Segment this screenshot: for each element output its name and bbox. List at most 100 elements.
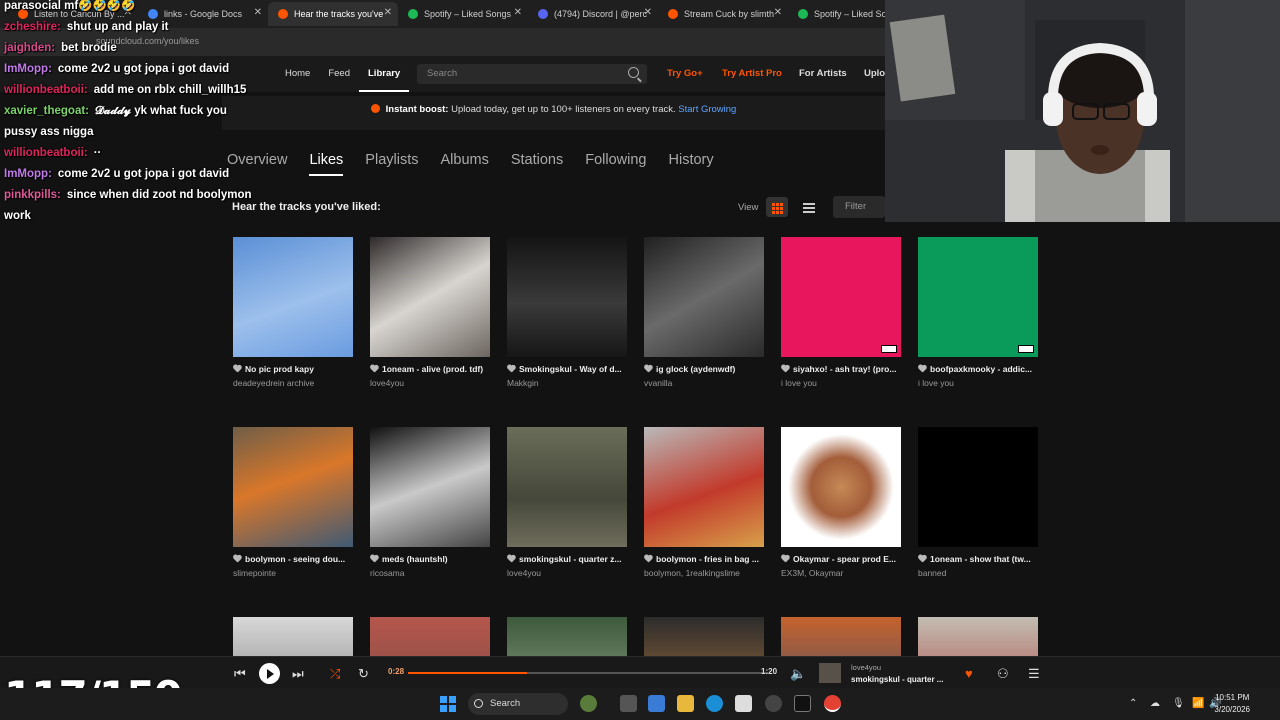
tab-likes[interactable]: Likes bbox=[309, 152, 344, 176]
tray-chevron-icon[interactable]: ⌃ bbox=[1129, 698, 1137, 709]
track-card[interactable]: meds (hauntshl) ricosama bbox=[370, 427, 490, 578]
track-artist[interactable]: vvanilla bbox=[644, 378, 764, 388]
taskbar-search[interactable]: Search bbox=[468, 693, 568, 715]
tab-following[interactable]: Following bbox=[585, 152, 646, 176]
wifi-icon[interactable]: 📶 bbox=[1192, 698, 1204, 709]
track-title[interactable]: siyahxo! - ash tray! (pro... bbox=[781, 364, 901, 374]
tab-playlists[interactable]: Playlists bbox=[365, 152, 418, 176]
progress-bar[interactable] bbox=[408, 672, 768, 674]
track-artist[interactable]: boolymon, 1realkingslime bbox=[644, 568, 764, 578]
heart-icon[interactable] bbox=[233, 365, 241, 372]
track-card[interactable]: 1oneam - show that (tw... banned bbox=[918, 427, 1038, 578]
search-input[interactable]: Search bbox=[417, 64, 647, 84]
repeat-icon[interactable]: ↻ bbox=[358, 666, 369, 682]
try-go-link[interactable]: Try Go+ bbox=[667, 56, 703, 92]
track-artwork[interactable] bbox=[644, 237, 764, 357]
heart-icon[interactable] bbox=[781, 365, 789, 372]
now-playing-artist[interactable]: love4you bbox=[851, 663, 881, 672]
heart-icon[interactable] bbox=[507, 365, 515, 372]
list-view-icon[interactable] bbox=[798, 197, 820, 217]
tab-close-icon[interactable]: ✕ bbox=[254, 7, 262, 18]
copilot-icon[interactable] bbox=[648, 695, 665, 712]
heart-icon[interactable] bbox=[370, 555, 378, 562]
track-artwork[interactable] bbox=[507, 427, 627, 547]
track-artist[interactable]: deadeyedrein archive bbox=[233, 378, 353, 388]
nav-library[interactable]: Library bbox=[359, 56, 410, 92]
track-artist[interactable]: slimepointe bbox=[233, 568, 353, 578]
like-icon[interactable]: ♥ bbox=[965, 666, 973, 681]
track-title[interactable]: boolymon - fries in bag ... bbox=[644, 554, 764, 564]
track-card[interactable]: siyahxo! - ash tray! (pro... i love you bbox=[781, 237, 901, 388]
track-artwork[interactable] bbox=[918, 427, 1038, 547]
now-playing-artwork[interactable] bbox=[819, 663, 841, 683]
track-card[interactable]: boolymon - seeing dou... slimepointe bbox=[233, 427, 353, 578]
previous-icon[interactable]: ⏮ bbox=[234, 666, 246, 682]
taskbar-clock[interactable]: 10:51 PM 3/20/2026 bbox=[1214, 692, 1250, 716]
track-artwork[interactable] bbox=[370, 237, 490, 357]
edge-icon[interactable] bbox=[706, 695, 723, 712]
tab-history[interactable]: History bbox=[669, 152, 714, 176]
store-icon[interactable] bbox=[735, 695, 752, 712]
widget-icon[interactable] bbox=[580, 695, 597, 712]
track-card[interactable]: No pic prod kapy deadeyedrein archive bbox=[233, 237, 353, 388]
microphone-icon[interactable]: 🎙 bbox=[1172, 698, 1185, 709]
track-artwork[interactable] bbox=[233, 237, 353, 357]
heart-icon[interactable] bbox=[781, 555, 789, 562]
heart-icon[interactable] bbox=[370, 365, 378, 372]
track-title[interactable]: Okaymar - spear prod E... bbox=[781, 554, 901, 564]
app-icon[interactable] bbox=[794, 695, 811, 712]
tab-close-icon[interactable]: ✕ bbox=[514, 7, 522, 18]
follow-icon[interactable]: ⚇ bbox=[997, 666, 1009, 682]
heart-icon[interactable] bbox=[644, 555, 652, 562]
track-title[interactable]: meds (hauntshl) bbox=[370, 554, 490, 564]
browser-tab[interactable]: (4794) Discord | @perc ✕ bbox=[528, 2, 658, 26]
heart-icon[interactable] bbox=[507, 555, 515, 562]
shuffle-icon[interactable]: ⤮ bbox=[330, 666, 340, 682]
track-title[interactable]: 1oneam - show that (tw... bbox=[918, 554, 1038, 564]
file-explorer-icon[interactable] bbox=[677, 695, 694, 712]
track-artist[interactable]: Makkgin bbox=[507, 378, 627, 388]
track-card[interactable]: boolymon - fries in bag ... boolymon, 1re… bbox=[644, 427, 764, 578]
search-icon[interactable] bbox=[628, 67, 639, 78]
track-title[interactable]: 1oneam - alive (prod. tdf) bbox=[370, 364, 490, 374]
chrome-icon[interactable] bbox=[824, 695, 841, 712]
play-button[interactable] bbox=[259, 663, 280, 684]
track-card[interactable]: Okaymar - spear prod E... EX3M, Okaymar bbox=[781, 427, 901, 578]
next-icon[interactable]: ⏭ bbox=[292, 666, 304, 682]
nav-home[interactable]: Home bbox=[276, 56, 319, 92]
track-card[interactable]: Smokingskul - Way of d... Makkgin bbox=[507, 237, 627, 388]
track-artwork[interactable] bbox=[233, 427, 353, 547]
track-artist[interactable]: i love you bbox=[781, 378, 901, 388]
tab-overview[interactable]: Overview bbox=[227, 152, 287, 176]
track-card[interactable]: ig glock (aydenwdf) vvanilla bbox=[644, 237, 764, 388]
track-artwork[interactable] bbox=[644, 427, 764, 547]
tab-close-icon[interactable]: ✕ bbox=[384, 7, 392, 18]
nav-feed[interactable]: Feed bbox=[319, 56, 359, 92]
try-artist-pro-link[interactable]: Try Artist Pro bbox=[722, 56, 782, 92]
windows-start-icon[interactable] bbox=[440, 696, 456, 712]
track-title[interactable]: Smokingskul - Way of d... bbox=[507, 364, 627, 374]
track-artist[interactable]: ricosama bbox=[370, 568, 490, 578]
onedrive-icon[interactable]: ☁ bbox=[1150, 698, 1160, 709]
heart-icon[interactable] bbox=[918, 365, 926, 372]
browser-tab[interactable]: Hear the tracks you've ✕ bbox=[268, 2, 398, 26]
track-card[interactable]: smokingskul - quarter z... love4you bbox=[507, 427, 627, 578]
track-artist[interactable]: love4you bbox=[370, 378, 490, 388]
tab-close-icon[interactable]: ✕ bbox=[774, 7, 782, 18]
track-artist[interactable]: love4you bbox=[507, 568, 627, 578]
track-artwork[interactable] bbox=[781, 237, 901, 357]
track-artwork[interactable] bbox=[918, 237, 1038, 357]
track-artist[interactable]: EX3M, Okaymar bbox=[781, 568, 901, 578]
tab-stations[interactable]: Stations bbox=[511, 152, 563, 176]
tab-albums[interactable]: Albums bbox=[440, 152, 488, 176]
track-artwork[interactable] bbox=[370, 427, 490, 547]
tab-close-icon[interactable]: ✕ bbox=[644, 7, 652, 18]
track-title[interactable]: ig glock (aydenwdf) bbox=[644, 364, 764, 374]
now-playing-title[interactable]: smokingskul - quarter ... bbox=[851, 675, 943, 684]
volume-icon[interactable]: 🔈 bbox=[790, 666, 806, 682]
upload-link[interactable]: Uplo bbox=[864, 56, 885, 92]
filter-input[interactable]: Filter bbox=[833, 196, 885, 218]
grid-view-icon[interactable] bbox=[766, 197, 788, 217]
track-artwork[interactable] bbox=[507, 237, 627, 357]
settings-icon[interactable] bbox=[765, 695, 782, 712]
